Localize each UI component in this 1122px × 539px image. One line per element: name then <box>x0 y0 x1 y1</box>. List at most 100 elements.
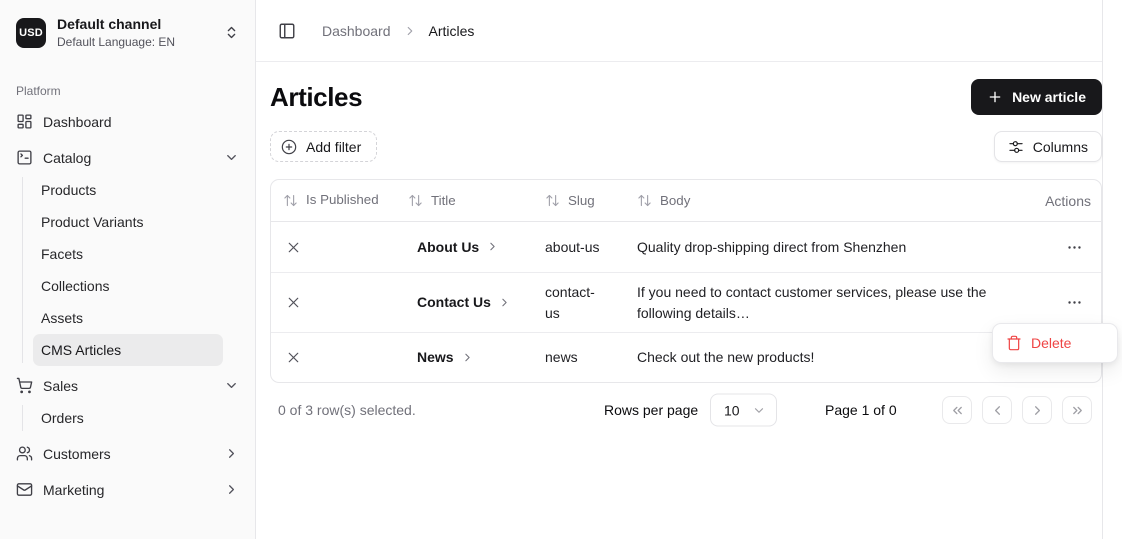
chevrons-up-down-icon <box>224 25 239 40</box>
row-title-link[interactable]: News <box>396 339 533 375</box>
sidebar-item-facets[interactable]: Facets <box>33 238 223 270</box>
row-title-link[interactable]: About Us <box>396 229 533 265</box>
sidebar-item-label: Assets <box>41 310 83 326</box>
row-title-text: Contact Us <box>417 292 491 312</box>
last-page-button[interactable] <box>1062 396 1092 424</box>
breadcrumb-articles: Articles <box>429 23 475 39</box>
row-actions-button[interactable] <box>1060 290 1089 315</box>
new-article-button[interactable]: New article <box>971 79 1102 115</box>
chevron-right-icon <box>1030 403 1045 418</box>
ellipsis-icon <box>1066 239 1083 256</box>
chevron-down-icon <box>224 378 239 393</box>
topbar: Dashboard Articles <box>256 0 1102 62</box>
row-actions-cell <box>1011 227 1101 268</box>
square-terminal-icon <box>16 149 33 166</box>
sidebar-item-label: Sales <box>43 378 78 394</box>
sidebar-item-label: Facets <box>41 246 83 262</box>
delete-menu-item[interactable]: Delete <box>1006 335 1071 351</box>
add-filter-button[interactable]: Add filter <box>270 131 377 162</box>
columns-button[interactable]: Columns <box>994 131 1102 162</box>
column-label: Is Published <box>306 191 379 210</box>
sidebar-item-catalog[interactable]: Catalog <box>0 142 255 174</box>
chevron-right-icon <box>224 446 239 461</box>
plus-icon <box>987 89 1003 105</box>
row-actions-menu: Delete <box>992 323 1118 363</box>
table-header-row: Is Published Title Slug <box>271 180 1101 222</box>
main-content: Dashboard Articles Articles New article <box>256 0 1103 539</box>
previous-page-button[interactable] <box>982 396 1012 424</box>
sidebar-toggle-button[interactable] <box>274 18 300 44</box>
is-published-cell <box>271 341 396 374</box>
row-slug: news <box>533 339 625 375</box>
column-label: Slug <box>568 193 595 208</box>
sidebar-item-product-variants[interactable]: Product Variants <box>33 206 223 238</box>
row-actions-button[interactable] <box>1060 235 1089 260</box>
row-body: If you need to contact customer services… <box>625 274 1011 331</box>
table-row: Contact Us contact-us If you need to con… <box>271 272 1101 332</box>
sort-header-slug[interactable]: Slug <box>533 189 625 212</box>
sort-arrows-icon <box>283 193 298 208</box>
sidebar-section-label: Platform <box>16 84 239 98</box>
add-filter-label: Add filter <box>306 139 361 155</box>
users-icon <box>16 445 33 462</box>
pagination-controls <box>942 396 1092 424</box>
chevron-right-icon <box>498 296 511 309</box>
column-header-actions: Actions <box>1011 189 1101 213</box>
x-not-published-icon <box>285 239 388 256</box>
sort-arrows-icon <box>637 193 652 208</box>
sidebar-item-cms-articles[interactable]: CMS Articles <box>33 334 223 366</box>
row-slug: contact-us <box>533 274 625 331</box>
page-indicator: Page 1 of 0 <box>825 402 897 418</box>
rows-per-page-label: Rows per page <box>604 402 698 418</box>
rows-per-page-select[interactable]: 10 <box>710 394 777 427</box>
chevron-down-icon <box>752 403 766 417</box>
chevron-right-icon <box>403 24 417 38</box>
channel-badge: USD <box>16 18 46 48</box>
sidebar-item-orders[interactable]: Orders <box>33 402 223 434</box>
delete-menu-label: Delete <box>1031 335 1071 351</box>
chevron-right-icon <box>224 482 239 497</box>
first-page-button[interactable] <box>942 396 972 424</box>
sort-header-title[interactable]: Title <box>396 189 533 212</box>
sidebar-item-collections[interactable]: Collections <box>33 270 223 302</box>
chevrons-left-icon <box>950 403 965 418</box>
sidebar-item-marketing[interactable]: Marketing <box>0 474 255 506</box>
sidebar-item-dashboard[interactable]: Dashboard <box>0 106 255 138</box>
chevron-right-icon <box>486 240 499 253</box>
sidebar-item-label: Collections <box>41 278 109 294</box>
channel-switcher[interactable]: USD Default channel Default Language: EN <box>8 12 247 54</box>
chevron-down-icon <box>224 150 239 165</box>
table-row: About Us about-us Quality drop-shipping … <box>271 222 1101 272</box>
sort-arrows-icon <box>545 193 560 208</box>
catalog-sub-list: Products Product Variants Facets Collect… <box>0 174 255 366</box>
chevrons-right-icon <box>1070 403 1085 418</box>
row-actions-cell <box>1011 282 1101 323</box>
row-title-text: About Us <box>417 237 479 257</box>
ellipsis-icon <box>1066 294 1083 311</box>
sidebar-item-label: Orders <box>41 410 84 426</box>
next-page-button[interactable] <box>1022 396 1052 424</box>
row-body: Quality drop-shipping direct from Shenzh… <box>625 229 1011 265</box>
row-title-link[interactable]: Contact Us <box>396 284 533 320</box>
breadcrumb-dashboard[interactable]: Dashboard <box>322 23 391 39</box>
sidebar-item-sales[interactable]: Sales <box>0 370 255 402</box>
sidebar-item-assets[interactable]: Assets <box>33 302 223 334</box>
breadcrumb: Dashboard Articles <box>322 23 474 39</box>
sort-header-is-published[interactable]: Is Published <box>271 187 396 214</box>
app-window: USD Default channel Default Language: EN… <box>0 0 1122 539</box>
sidebar-item-label: Customers <box>43 446 111 462</box>
columns-label: Columns <box>1033 139 1088 155</box>
sort-header-body[interactable]: Body <box>625 189 1011 212</box>
row-slug: about-us <box>533 229 625 265</box>
row-title-text: News <box>417 347 454 367</box>
is-published-cell <box>271 286 396 319</box>
chevron-right-icon <box>461 351 474 364</box>
rows-per-page-value: 10 <box>724 402 740 418</box>
shopping-cart-icon <box>16 377 33 394</box>
sidebar-item-label: CMS Articles <box>41 342 121 358</box>
circle-plus-icon <box>281 139 297 155</box>
trash-icon <box>1006 335 1022 351</box>
articles-table: Is Published Title Slug <box>270 179 1102 383</box>
sidebar-item-customers[interactable]: Customers <box>0 438 255 470</box>
sidebar-item-products[interactable]: Products <box>33 174 223 206</box>
